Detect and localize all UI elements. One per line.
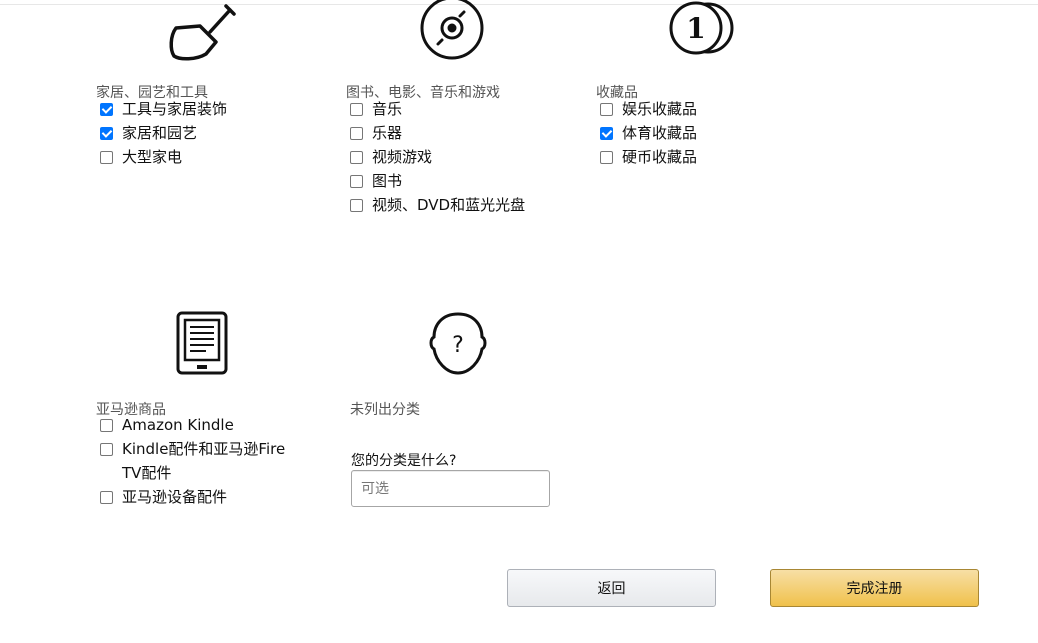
checkbox-label: 大型家电 bbox=[122, 148, 183, 166]
top-divider bbox=[0, 4, 1038, 5]
checkbox-row[interactable]: 亚马逊设备配件 bbox=[100, 486, 302, 510]
checkbox-row[interactable]: 体育收藏品 bbox=[600, 122, 697, 146]
checkbox-label: 娱乐收藏品 bbox=[622, 100, 698, 118]
category-question-label: 您的分类是什么? bbox=[351, 453, 457, 469]
checkbox-row[interactable]: 家居和园艺 bbox=[100, 122, 227, 146]
checkbox-row[interactable]: 视频、DVD和蓝光光盘 bbox=[350, 194, 525, 218]
checkbox-label: 视频游戏 bbox=[372, 148, 433, 166]
category-input[interactable] bbox=[351, 470, 550, 507]
checkbox[interactable] bbox=[350, 127, 363, 140]
checkbox-row[interactable]: 大型家电 bbox=[100, 146, 227, 170]
checkbox-label: 工具与家居装饰 bbox=[122, 100, 228, 118]
checkbox-list: 音乐 乐器 视频游戏 图书 视频、DVD和蓝光光盘 bbox=[350, 98, 525, 218]
checkbox[interactable] bbox=[100, 491, 113, 504]
checkbox-row[interactable]: Amazon Kindle bbox=[100, 414, 302, 438]
checkbox-row[interactable]: 音乐 bbox=[350, 98, 525, 122]
checkbox-row[interactable]: 图书 bbox=[350, 170, 525, 194]
checkbox-row[interactable]: 工具与家居装饰 bbox=[100, 98, 227, 122]
checkbox[interactable] bbox=[100, 443, 113, 456]
checkbox[interactable] bbox=[350, 151, 363, 164]
coin-numeral: 1 bbox=[686, 12, 705, 45]
question-mark: ? bbox=[452, 333, 464, 358]
coin-icon: 1 bbox=[669, 1, 734, 55]
disc-icon bbox=[420, 0, 484, 60]
checkbox-label: 家居和园艺 bbox=[122, 124, 198, 142]
checkbox-label: Amazon Kindle bbox=[122, 416, 234, 434]
checkbox[interactable] bbox=[100, 419, 113, 432]
question-head-icon: ? bbox=[429, 312, 487, 375]
checkbox[interactable] bbox=[350, 199, 363, 212]
back-button[interactable]: 返回 bbox=[507, 569, 716, 607]
ereader-icon bbox=[176, 311, 228, 375]
checkbox-label: 乐器 bbox=[372, 124, 403, 142]
checkbox-row[interactable]: 视频游戏 bbox=[350, 146, 525, 170]
checkbox-label: 视频、DVD和蓝光光盘 bbox=[372, 196, 526, 214]
checkbox-row[interactable]: 娱乐收藏品 bbox=[600, 98, 697, 122]
checkbox[interactable] bbox=[350, 103, 363, 116]
checkbox-list: 工具与家居装饰 家居和园艺 大型家电 bbox=[100, 98, 227, 170]
checkbox[interactable] bbox=[100, 151, 113, 164]
checkbox[interactable] bbox=[350, 175, 363, 188]
checkbox-checked[interactable] bbox=[100, 103, 113, 116]
checkbox[interactable] bbox=[600, 103, 613, 116]
checkbox-checked[interactable] bbox=[600, 127, 613, 140]
unlisted-category-title: 未列出分类 bbox=[350, 402, 420, 418]
shovel-icon bbox=[169, 4, 236, 61]
checkbox-label: 图书 bbox=[372, 172, 403, 190]
checkbox[interactable] bbox=[600, 151, 613, 164]
checkbox-label: 亚马逊设备配件 bbox=[122, 488, 228, 506]
checkbox-row[interactable]: 硬币收藏品 bbox=[600, 146, 697, 170]
checkbox-row[interactable]: Kindle配件和亚马逊Fire TV配件 bbox=[100, 438, 302, 486]
checkbox-label: Kindle配件和亚马逊Fire TV配件 bbox=[122, 440, 286, 482]
checkbox-list: 娱乐收藏品 体育收藏品 硬币收藏品 bbox=[600, 98, 697, 170]
checkbox-label: 音乐 bbox=[372, 100, 403, 118]
finish-registration-button[interactable]: 完成注册 bbox=[770, 569, 979, 607]
checkbox-row[interactable]: 乐器 bbox=[350, 122, 525, 146]
checkbox-label: 体育收藏品 bbox=[622, 124, 698, 142]
checkbox-checked[interactable] bbox=[100, 127, 113, 140]
checkbox-label: 硬币收藏品 bbox=[622, 148, 698, 166]
checkbox-list: Amazon Kindle Kindle配件和亚马逊Fire TV配件 亚马逊设… bbox=[100, 414, 302, 510]
